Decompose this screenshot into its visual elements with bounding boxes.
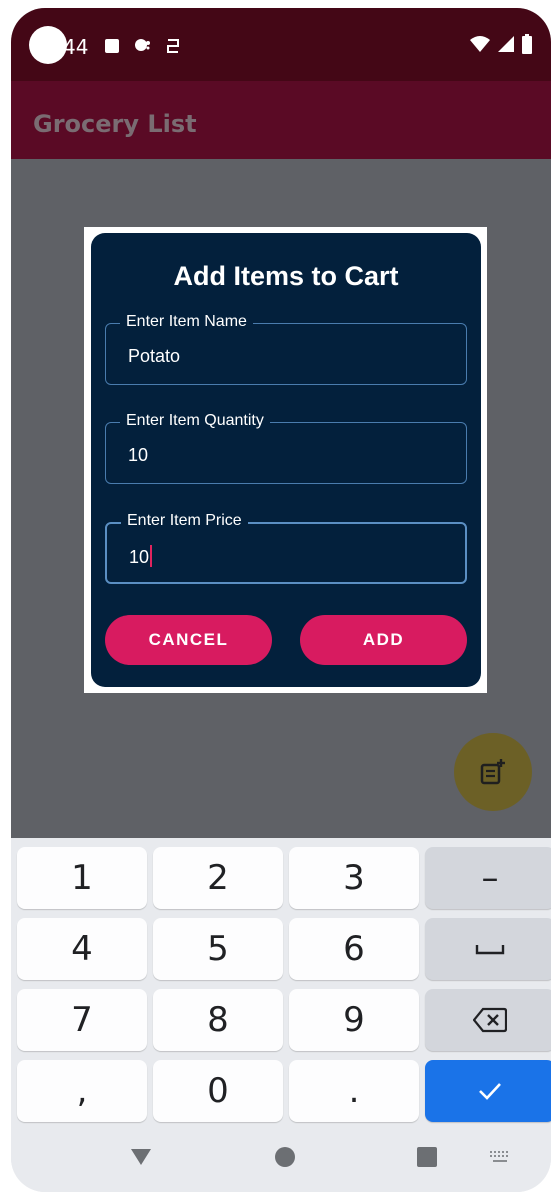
key-minus[interactable]: – <box>425 847 551 909</box>
add-button[interactable]: ADD <box>300 615 467 665</box>
key-9[interactable]: 9 <box>289 989 419 1051</box>
item-price-label: Enter Item Price <box>121 512 248 530</box>
status-notification-icons <box>105 36 181 56</box>
item-name-label: Enter Item Name <box>120 313 253 331</box>
item-name-field[interactable]: Enter Item Name Potato <box>105 313 467 385</box>
add-item-fab[interactable] <box>454 733 532 811</box>
note-add-icon <box>480 759 505 785</box>
key-2[interactable]: 2 <box>153 847 283 909</box>
recents-icon[interactable] <box>417 1147 437 1167</box>
add-items-dialog: Add Items to Cart Enter Item Name Potato… <box>91 233 481 687</box>
key-enter[interactable] <box>425 1060 551 1122</box>
space-icon <box>475 945 505 955</box>
backspace-icon <box>473 1007 507 1033</box>
camera-cutout <box>29 26 67 64</box>
key-backspace[interactable] <box>425 989 551 1051</box>
status-system-icons <box>469 34 533 54</box>
item-quantity-field[interactable]: Enter Item Quantity 10 <box>105 412 467 484</box>
item-quantity-value: 10 <box>128 445 149 465</box>
battery-icon <box>522 34 532 54</box>
text-caret <box>150 545 153 567</box>
key-comma[interactable]: , <box>17 1060 147 1122</box>
a-icon <box>105 39 119 53</box>
dialog-title: Add Items to Cart <box>173 261 399 291</box>
key-space[interactable] <box>425 918 551 980</box>
key-4[interactable]: 4 <box>17 918 147 980</box>
key-8[interactable]: 8 <box>153 989 283 1051</box>
key-1[interactable]: 1 <box>17 847 147 909</box>
phone-screen: 44 Grocery List Add Items to Cart Enter … <box>11 8 551 1192</box>
home-icon[interactable] <box>274 1146 296 1168</box>
key-0[interactable]: 0 <box>153 1060 283 1122</box>
status-time: 44 <box>63 35 89 59</box>
key-6[interactable]: 6 <box>289 918 419 980</box>
item-quantity-label: Enter Item Quantity <box>120 412 270 430</box>
key-period[interactable]: . <box>289 1060 419 1122</box>
app-title: Grocery List <box>33 110 197 138</box>
navigation-bar <box>11 1120 551 1192</box>
key-3[interactable]: 3 <box>289 847 419 909</box>
item-price-field[interactable]: Enter Item Price 10 <box>105 512 467 584</box>
check-icon <box>479 1083 501 1100</box>
item-price-value: 10 <box>129 547 150 567</box>
wifi-icon <box>470 36 490 52</box>
keyboard-switch-icon[interactable] <box>489 1150 511 1164</box>
key-7[interactable]: 7 <box>17 989 147 1051</box>
key-5[interactable]: 5 <box>153 918 283 980</box>
vpn-icon <box>167 39 179 53</box>
notification-icon <box>135 39 150 51</box>
signal-icon <box>498 36 514 52</box>
item-name-value: Potato <box>128 346 181 366</box>
cancel-button[interactable]: CANCEL <box>105 615 272 665</box>
item-price-input: 10 <box>129 545 153 568</box>
back-icon[interactable] <box>129 1147 153 1167</box>
status-bar: 44 <box>11 8 551 81</box>
